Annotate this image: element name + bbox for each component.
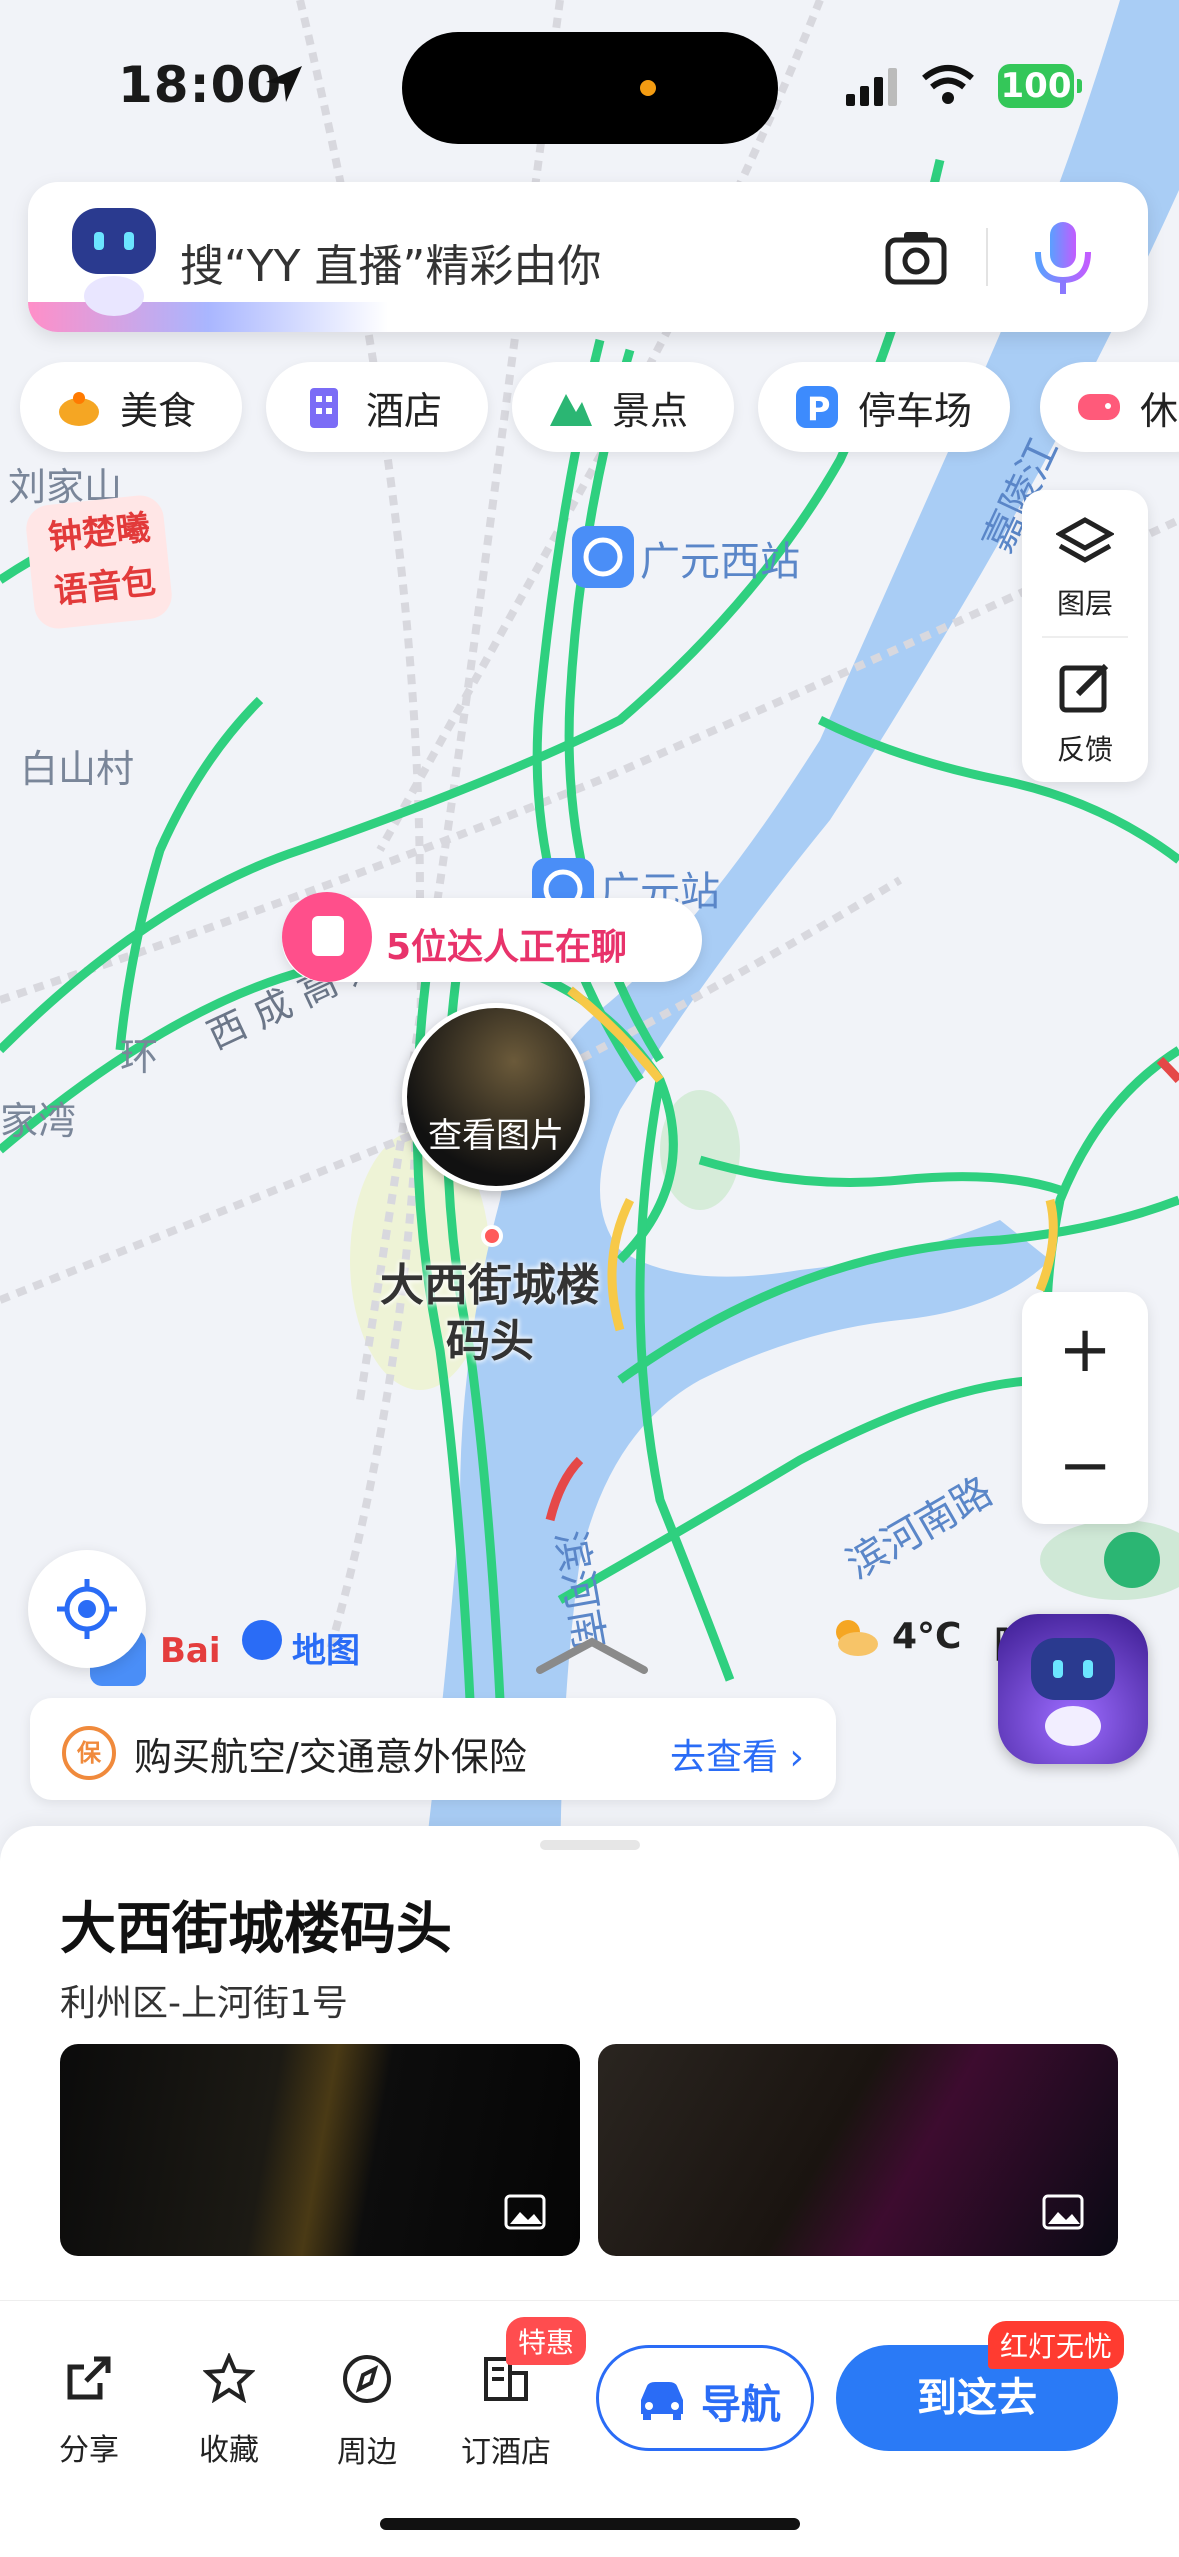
star-icon (202, 2351, 256, 2404)
status-time: 18:00 (118, 56, 283, 114)
image-icon (504, 2194, 546, 2230)
share-label: 分享 (59, 2433, 119, 2468)
category-parking-label: 停车场 (858, 388, 973, 433)
poi-marker-dot (481, 1225, 503, 1247)
search-bar[interactable]: 搜“YY 直播”精彩由你 (28, 182, 1148, 332)
voice-pack-badge[interactable]: 钟楚曦 语音包 (24, 492, 174, 632)
image-icon (1042, 2194, 1084, 2230)
book-hotel-label: 订酒店 (461, 2435, 551, 2470)
crosshair-icon (57, 1579, 117, 1639)
feedback-button[interactable]: 反馈 (1022, 636, 1148, 782)
view-photo-pin[interactable]: 查看图片 (402, 1003, 590, 1191)
mountain-icon (548, 384, 594, 430)
poi-map-label[interactable]: 大西街城楼码头 (360, 1258, 620, 1370)
map-label-west-station: 广元西站 (640, 539, 800, 585)
zoom-out-button[interactable]: − (1022, 1408, 1148, 1524)
share-icon (67, 2356, 111, 2400)
zoom-controls: + − (1022, 1292, 1148, 1524)
voice-pack-label: 钟楚曦 语音包 (46, 507, 158, 613)
gamepad-icon (1076, 384, 1122, 430)
special-offer-tag: 特惠 (506, 2317, 587, 2365)
insurance-view-link[interactable]: 去查看 › (670, 1728, 804, 1780)
zoom-in-button[interactable]: + (1022, 1292, 1148, 1408)
poi-title: 大西街城楼码头 (60, 1897, 452, 1962)
favorite-button[interactable]: 收藏 (174, 2351, 284, 2469)
map-label-jiawan: 家湾 (0, 1099, 76, 1143)
hotel-icon (302, 384, 348, 430)
robot-assistant-icon[interactable] (64, 202, 164, 318)
chat-icon (282, 892, 372, 982)
book-hotel-button[interactable]: 订酒店 (450, 2353, 562, 2471)
map-label-baishan: 白山村 (20, 747, 134, 791)
navigate-button[interactable]: 导航 (596, 2345, 814, 2451)
poi-photo[interactable] (60, 2044, 580, 2256)
layers-icon (1056, 517, 1114, 563)
partly-cloudy-icon (836, 1620, 878, 1656)
wifi-icon (922, 65, 974, 104)
layers-label: 图层 (1056, 587, 1113, 620)
feedback-label: 反馈 (1056, 733, 1113, 766)
camera-icon[interactable] (884, 228, 948, 286)
food-icon (56, 384, 102, 430)
experts-chatting-text: 5位达人正在聊 (386, 927, 628, 968)
favorite-label: 收藏 (199, 2433, 259, 2468)
category-hotel-label: 酒店 (366, 388, 443, 433)
insurance-banner[interactable]: 保 购买航空/交通意外保险 去查看 › (30, 1698, 836, 1800)
nearby-label: 周边 (337, 2435, 397, 2470)
insurance-text: 购买航空/交通意外保险 (134, 1735, 527, 1779)
category-food-label: 美食 (120, 388, 197, 433)
battery-indicator: 100 (998, 64, 1082, 108)
category-parking-chip[interactable]: P 停车场 (758, 362, 1010, 452)
svg-text:Bai: Bai (160, 1631, 221, 1671)
poi-photo[interactable] (598, 2044, 1118, 2256)
category-scenic-chip[interactable]: 景点 (512, 362, 734, 452)
my-location-button[interactable] (28, 1550, 146, 1668)
dynamic-island (402, 32, 778, 144)
layers-button[interactable]: 图层 (1022, 490, 1148, 636)
microphone-icon[interactable] (1032, 220, 1094, 298)
ai-assistant-button[interactable] (998, 1614, 1148, 1764)
robot-icon (1031, 1638, 1115, 1746)
map-side-panel: 图层 反馈 (1022, 490, 1148, 782)
poi-address: 利州区-上河街1号 (60, 1983, 348, 2024)
weather-temp: 4°C (892, 1616, 962, 1657)
experts-chatting-bubble[interactable]: 5位达人正在聊 (282, 892, 702, 982)
scenic-marker-icon[interactable] (1104, 1532, 1160, 1588)
svg-text:地图: 地图 (292, 1631, 360, 1671)
navigate-label: 导航 (701, 2382, 781, 2428)
drag-handle[interactable] (540, 1840, 640, 1850)
search-input[interactable]: 搜“YY 直播”精彩由你 (180, 230, 601, 294)
car-icon (641, 2382, 683, 2420)
category-scenic-label: 景点 (612, 388, 689, 433)
svg-text:P: P (807, 390, 830, 428)
category-hotel-chip[interactable]: 酒店 (266, 362, 488, 452)
compass-icon (343, 2355, 391, 2403)
category-food-chip[interactable]: 美食 (20, 362, 242, 452)
no-red-light-tag: 红灯无忧 (988, 2321, 1125, 2369)
cellular-signal-icon (846, 68, 897, 106)
insurance-badge-icon: 保 (62, 1726, 116, 1780)
share-button[interactable]: 分享 (34, 2353, 144, 2469)
nearby-button[interactable]: 周边 (312, 2353, 422, 2471)
train-station-icon[interactable] (572, 526, 634, 588)
view-photo-label: 查看图片 (428, 1116, 564, 1156)
edit-icon (1059, 663, 1109, 713)
home-indicator (380, 2518, 800, 2530)
category-leisure-label: 休 (1140, 388, 1179, 433)
map-label-ring: 环 (120, 1035, 158, 1079)
status-bar: 18:00 100 (0, 0, 1179, 170)
location-arrow-icon (266, 66, 302, 102)
category-leisure-chip[interactable]: 休 (1040, 362, 1179, 452)
parking-icon: P (794, 384, 840, 430)
